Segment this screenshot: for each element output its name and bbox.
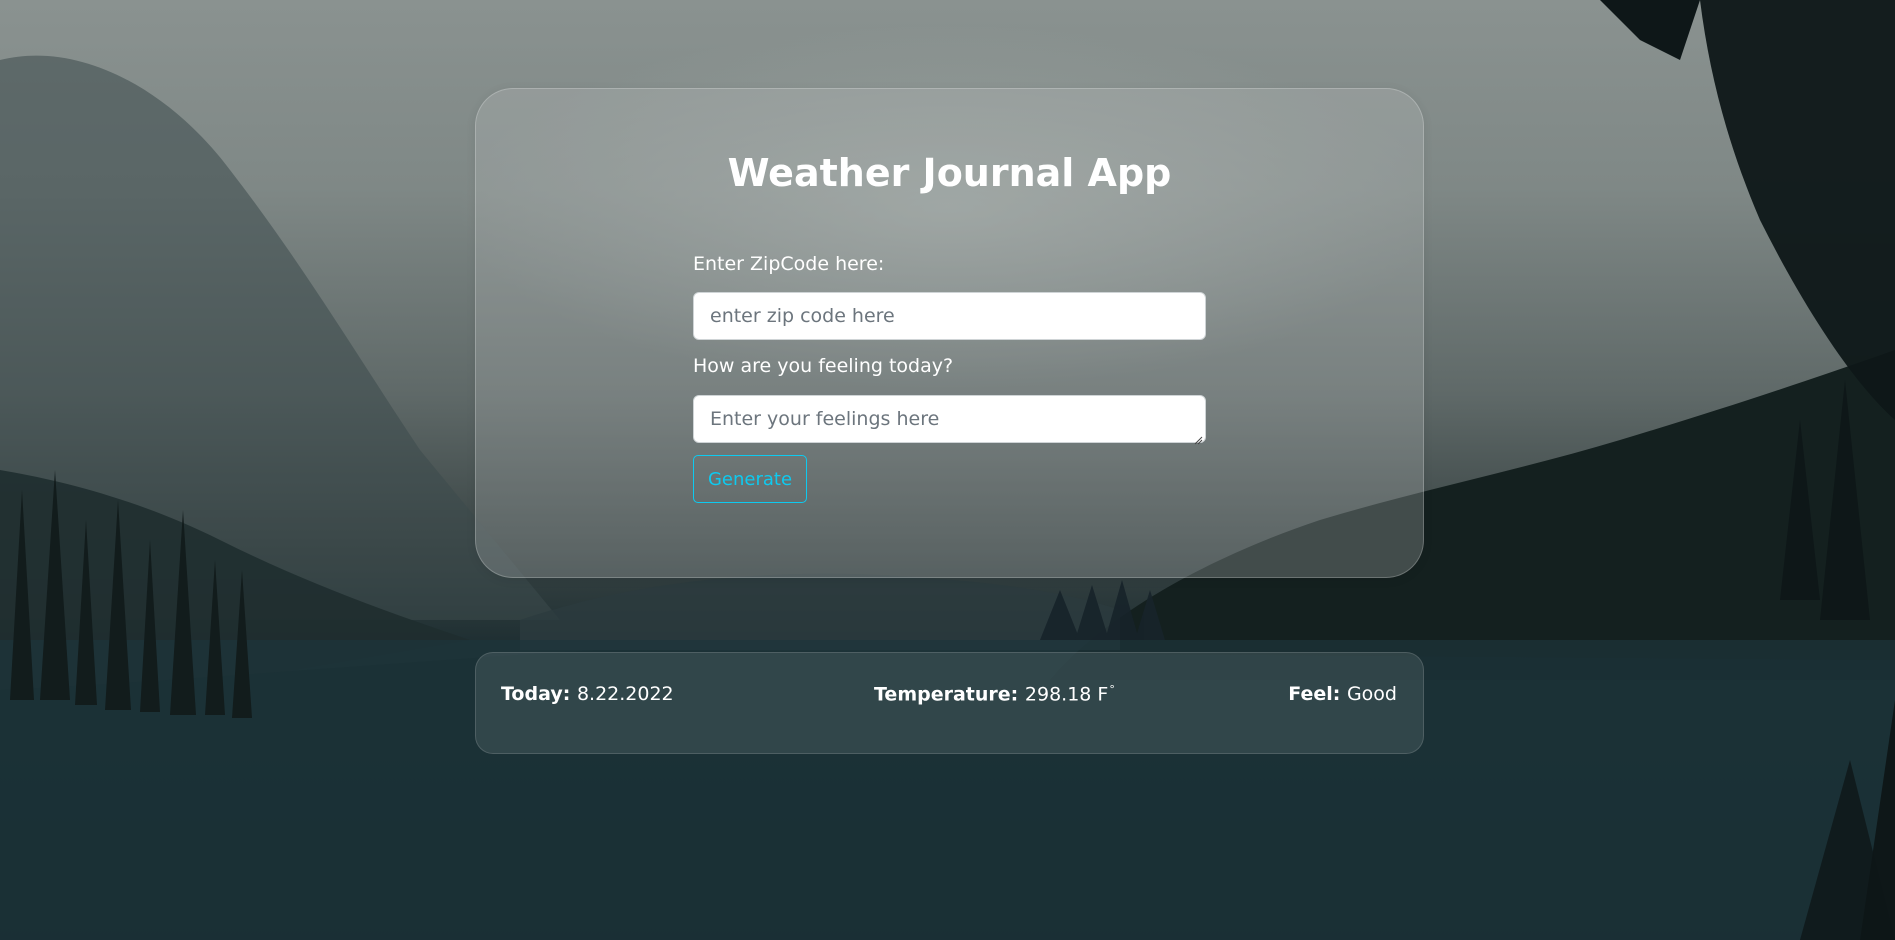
feelings-textarea[interactable] [693, 395, 1206, 443]
feel-value: Good [1346, 683, 1397, 705]
feel-label: Feel: [1288, 683, 1347, 705]
date-label: Today: [501, 683, 577, 705]
zip-input[interactable] [693, 292, 1206, 340]
date-value: 8.22.2022 [576, 683, 674, 705]
result-temperature: Temperature: 298.18 F° [874, 683, 1115, 705]
page-title: Weather Journal App [727, 151, 1172, 195]
temperature-value: 298.18 F [1024, 683, 1109, 706]
result-feel: Feel: Good [1288, 683, 1397, 705]
generate-button[interactable]: Generate [693, 455, 807, 503]
textarea-resize-grip-icon[interactable] [1193, 430, 1203, 445]
journal-card: Weather Journal App Enter ZipCode here: … [475, 88, 1424, 578]
results-panel: Today: 8.22.2022 Temperature: 298.18 F° … [475, 652, 1424, 754]
degree-symbol: ° [1109, 683, 1115, 696]
feelings-label: How are you feeling today? [693, 355, 954, 377]
result-date: Today: 8.22.2022 [501, 683, 674, 705]
zip-label: Enter ZipCode here: [693, 253, 885, 275]
temperature-label: Temperature: [874, 683, 1025, 706]
